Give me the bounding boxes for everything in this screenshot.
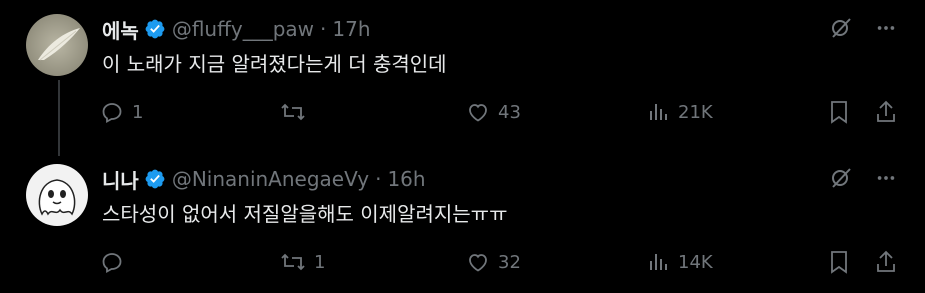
views-icon — [648, 100, 670, 124]
like-icon — [466, 250, 490, 274]
bookmark-icon — [828, 249, 850, 275]
reply-count: 1 — [132, 101, 144, 123]
share-icon — [874, 99, 898, 125]
views-icon — [648, 250, 670, 274]
retweet-count: 1 — [314, 251, 326, 273]
display-name[interactable]: 에녹 — [102, 15, 139, 44]
grok-icon[interactable] — [829, 16, 853, 40]
like-button[interactable]: 43 — [466, 97, 521, 127]
retweet-button[interactable]: 1 — [280, 247, 325, 277]
more-icon[interactable] — [875, 167, 897, 189]
view-count: 21K — [678, 101, 713, 123]
reply-icon — [100, 250, 124, 274]
more-icon[interactable] — [875, 17, 897, 39]
share-button[interactable] — [874, 247, 898, 277]
like-count: 32 — [498, 251, 521, 273]
reply-button[interactable]: 1 — [100, 97, 143, 127]
views-button[interactable]: 21K — [648, 97, 713, 127]
display-name[interactable]: 니나 — [102, 165, 139, 194]
separator: · — [375, 167, 382, 191]
bookmark-button[interactable] — [828, 97, 850, 127]
tweet[interactable]: 니나 @NinaninAnegaeVy · 16h 스타성이 없어서 저질알을해… — [0, 150, 925, 293]
share-button[interactable] — [874, 97, 898, 127]
bookmark-icon — [828, 99, 850, 125]
action-bar: 1 32 14K — [100, 247, 910, 277]
reply-button[interactable] — [100, 247, 132, 277]
tweet-text: 스타성이 없어서 저질알을해도 이제알려지는ㅠㅠ — [102, 202, 508, 226]
retweet-icon — [280, 100, 306, 124]
tweet-header: 니나 @NinaninAnegaeVy · 16h — [102, 164, 426, 194]
reply-icon — [100, 100, 124, 124]
timestamp[interactable]: 17h — [332, 17, 370, 41]
share-icon — [874, 249, 898, 275]
retweet-icon — [280, 250, 306, 274]
handle[interactable]: @fluffy___paw — [172, 17, 314, 41]
grok-icon[interactable] — [829, 166, 853, 190]
handle[interactable]: @NinaninAnegaeVy — [172, 167, 369, 191]
view-count: 14K — [678, 251, 713, 273]
tweet-text: 이 노래가 지금 알려졌다는게 더 충격인데 — [102, 52, 447, 76]
tweet-header: 에녹 @fluffy___paw · 17h — [102, 14, 371, 44]
like-count: 43 — [498, 101, 521, 123]
tweet[interactable]: 에녹 @fluffy___paw · 17h 이 노래가 지금 알려졌다는게 더… — [0, 0, 925, 150]
views-button[interactable]: 14K — [648, 247, 713, 277]
bookmark-button[interactable] — [828, 247, 850, 277]
verified-badge-icon — [144, 168, 166, 190]
timestamp[interactable]: 16h — [387, 167, 425, 191]
avatar[interactable] — [26, 164, 88, 226]
retweet-button[interactable] — [280, 97, 314, 127]
like-button[interactable]: 32 — [466, 247, 521, 277]
verified-badge-icon — [144, 18, 166, 40]
like-icon — [466, 100, 490, 124]
avatar[interactable] — [26, 14, 88, 76]
separator: · — [320, 17, 327, 41]
action-bar: 1 43 21K — [100, 97, 910, 127]
